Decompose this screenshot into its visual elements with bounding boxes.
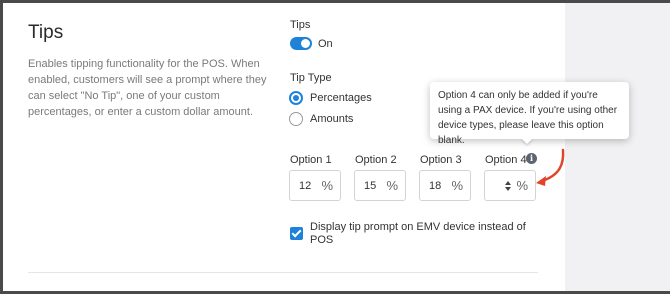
option-2-unit: %	[386, 178, 398, 193]
section-title: Tips	[28, 22, 64, 43]
section-description: Enables tipping functionality for the PO…	[28, 58, 267, 118]
spinner-icon[interactable]	[505, 179, 512, 193]
tooltip-arrow	[521, 138, 533, 144]
option-1-label: Option 1	[290, 154, 332, 166]
tips-toggle-state: On	[318, 38, 333, 50]
toggle-knob	[301, 39, 310, 48]
radio-amounts[interactable]	[289, 112, 303, 126]
radio-percentages[interactable]	[289, 91, 303, 105]
emv-prompt-checkbox[interactable]	[290, 227, 303, 240]
tips-toggle[interactable]	[290, 37, 312, 50]
tips-label: Tips	[290, 19, 311, 31]
side-panel	[565, 3, 670, 291]
radio-percentages-label: Percentages	[310, 92, 372, 104]
radio-amounts-label: Amounts	[310, 113, 354, 125]
window-frame-left	[0, 0, 3, 294]
option-3-value: 18	[429, 180, 442, 192]
tip-type-label: Tip Type	[290, 72, 332, 84]
option-3-input[interactable]: 18 %	[419, 170, 471, 201]
option-1-value: 12	[299, 180, 312, 192]
section-divider	[28, 272, 538, 273]
option-1-unit: %	[321, 178, 333, 193]
option-2-input[interactable]: 15 %	[354, 170, 406, 201]
option-1-input[interactable]: 12 %	[289, 170, 341, 201]
annotation-arrow-icon	[536, 148, 565, 186]
option-3-unit: %	[451, 178, 463, 193]
option-4-tooltip: Option 4 can only be added if you're usi…	[430, 82, 629, 146]
option-2-label: Option 2	[355, 154, 397, 166]
emv-prompt-label: Display tip prompt on EMV device instead…	[310, 221, 526, 246]
option-2-value: 15	[364, 180, 377, 192]
option-3-label: Option 3	[420, 154, 462, 166]
